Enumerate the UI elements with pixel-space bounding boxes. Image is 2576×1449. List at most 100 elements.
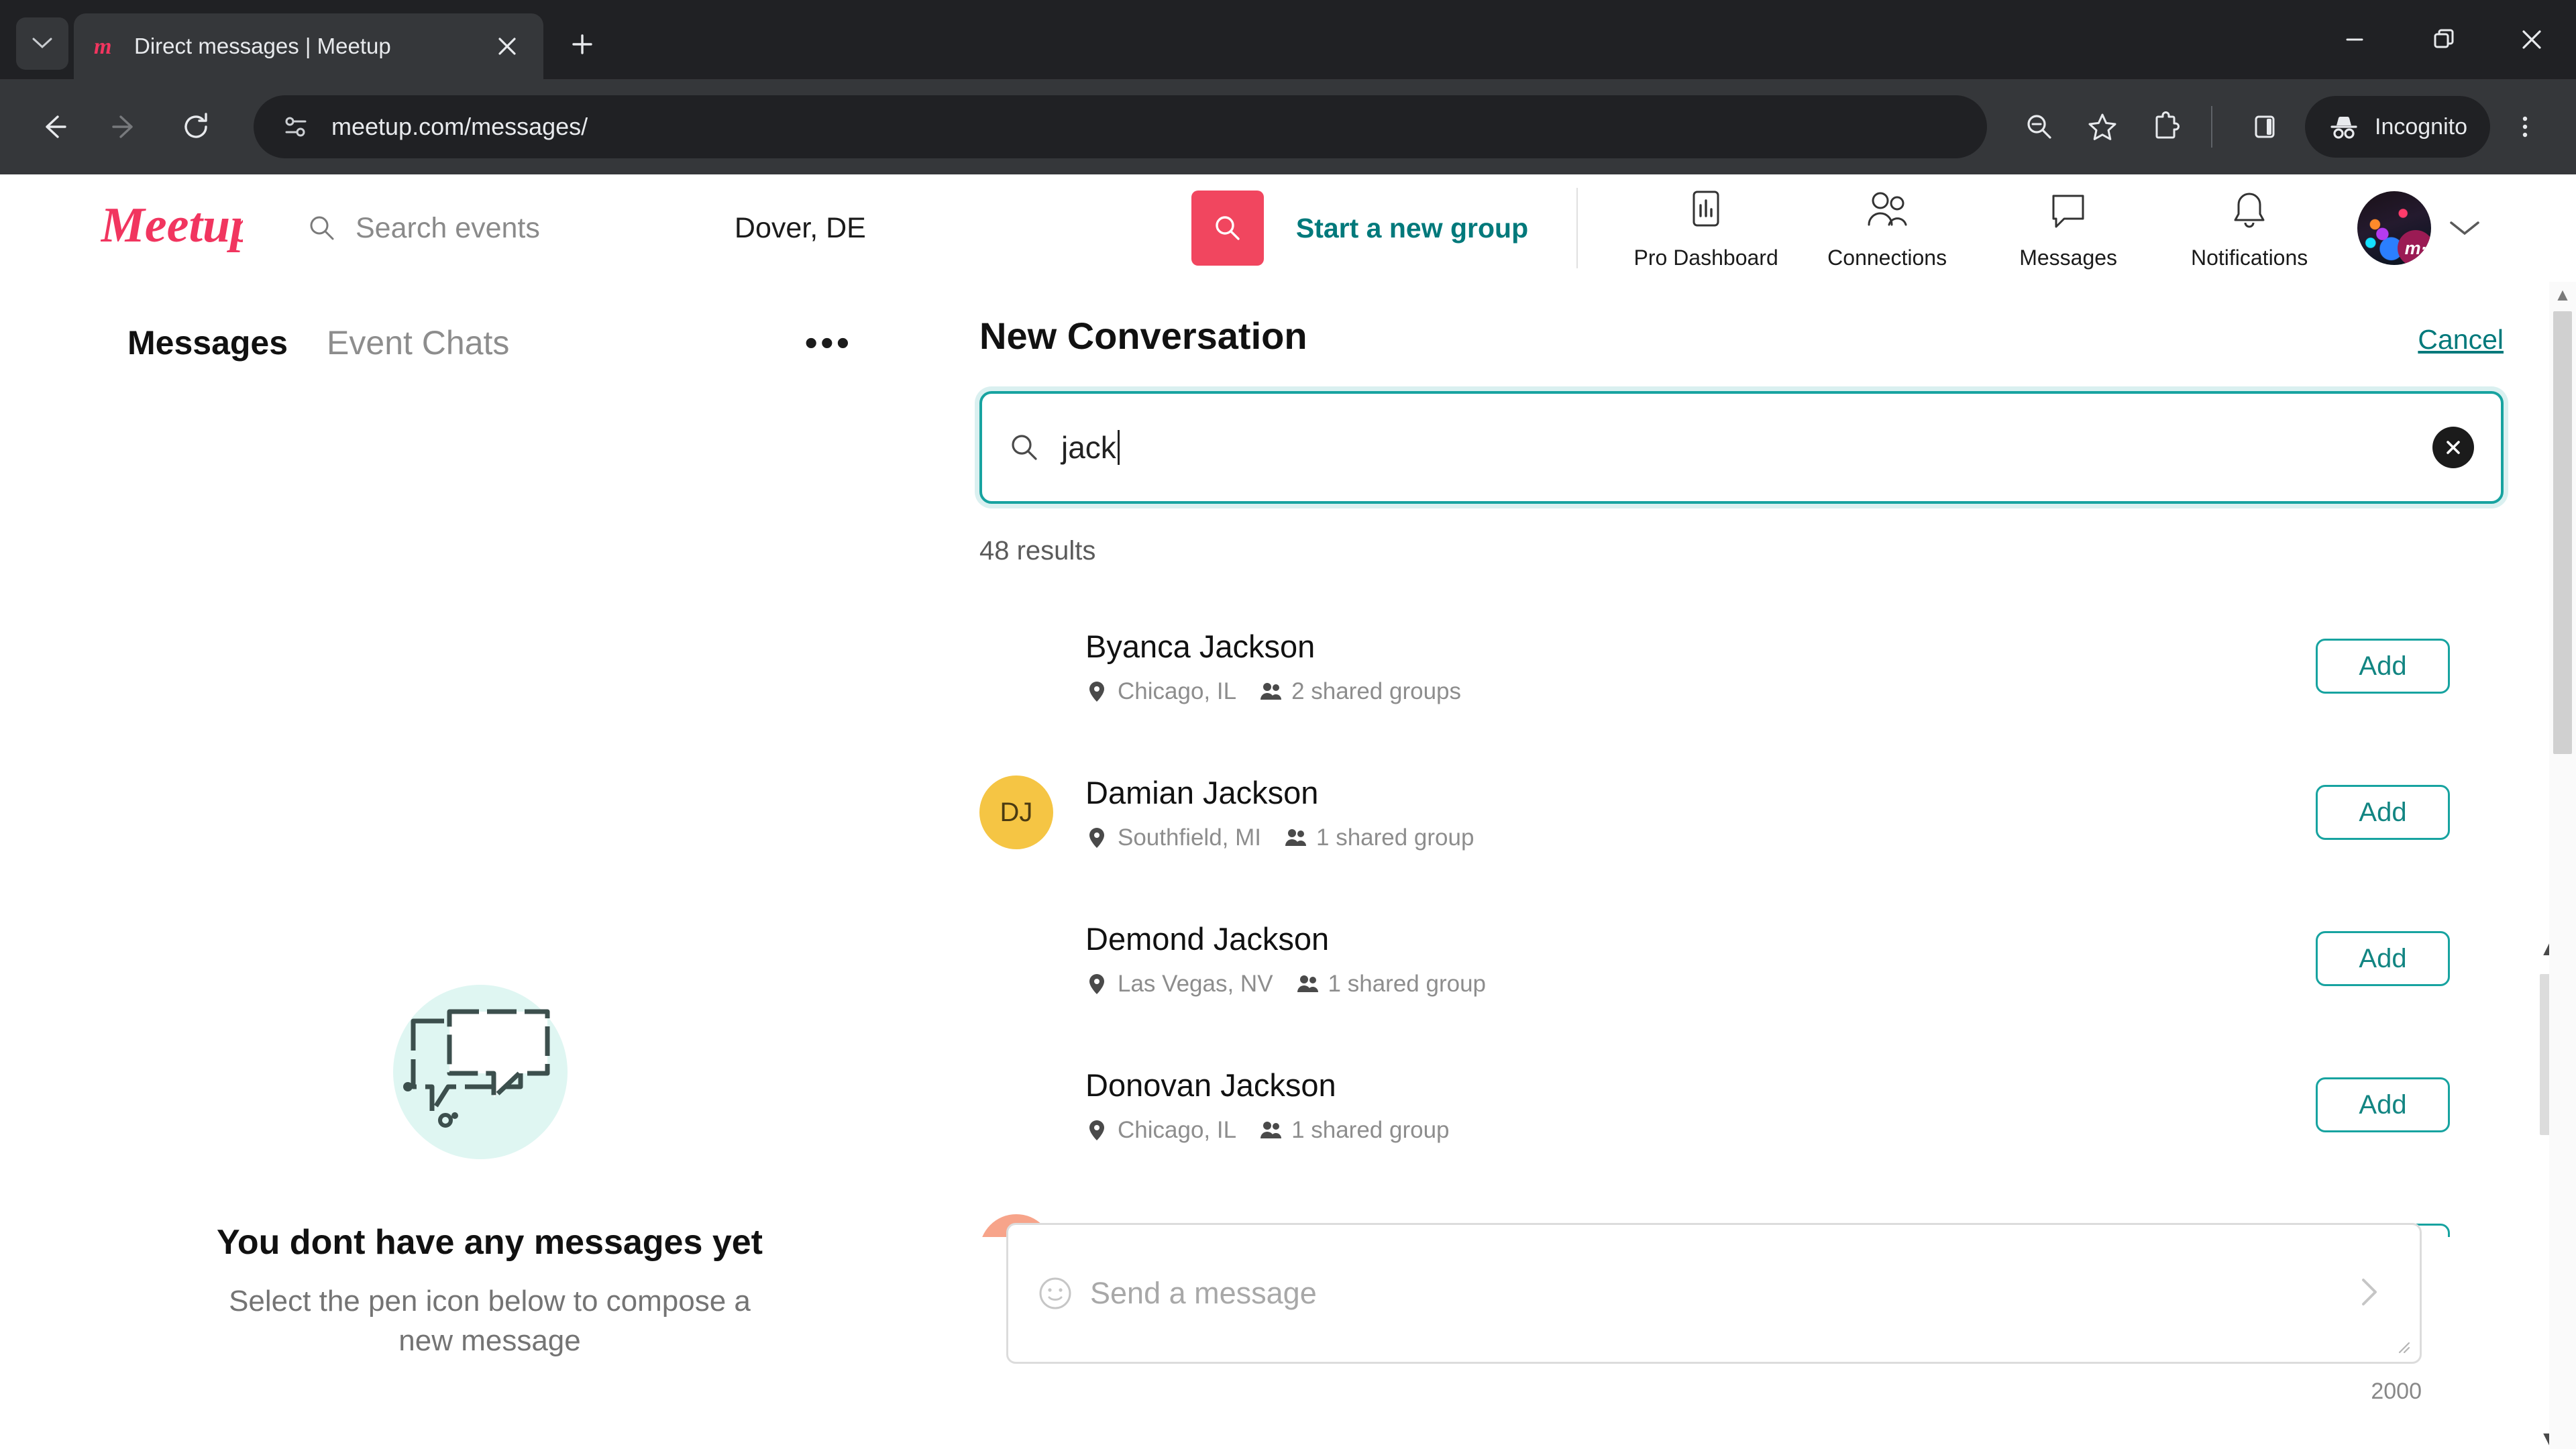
- member-location: Chicago, IL: [1118, 1116, 1237, 1143]
- new-tab-button[interactable]: [558, 20, 606, 68]
- nav-item-connections[interactable]: Connections: [1796, 186, 1978, 270]
- incognito-indicator[interactable]: Incognito: [2305, 96, 2490, 158]
- address-bar[interactable]: meetup.com/messages/: [254, 95, 1987, 158]
- chrome-menu-icon[interactable]: [2497, 99, 2553, 155]
- meetup-logo[interactable]: Meetup: [100, 196, 255, 261]
- incognito-label: Incognito: [2375, 113, 2467, 140]
- shared-groups-icon: [1284, 826, 1307, 849]
- member-info: Damian Jackson Southfield, MI 1 shared g…: [1085, 774, 2316, 851]
- member-search-input[interactable]: jack: [979, 391, 2504, 504]
- member-meta: Southfield, MI 1 shared group: [1085, 824, 2316, 851]
- text-cursor: [1117, 430, 1120, 465]
- meetup-m-icon: m: [91, 32, 119, 60]
- member-shared-groups: 1 shared group: [1291, 1116, 1450, 1143]
- member-location: Las Vegas, NV: [1118, 970, 1273, 997]
- add-member-button[interactable]: Add: [2316, 931, 2450, 986]
- empty-state-title: You dont have any messages yet: [217, 1223, 763, 1262]
- maximize-restore-button[interactable]: [2399, 0, 2487, 79]
- table-row[interactable]: Demond Jackson Las Vegas, NV 1 shared gr…: [979, 885, 2504, 1032]
- close-window-button[interactable]: [2487, 0, 2576, 79]
- tab-search-chevron-icon[interactable]: [16, 17, 68, 70]
- member-name: Donovan Jackson: [1085, 1067, 1336, 1103]
- member-meta: Chicago, IL 2 shared groups: [1085, 678, 2316, 705]
- member-shared-groups: 2 shared groups: [1291, 678, 1462, 704]
- minimize-button[interactable]: [2310, 0, 2399, 79]
- side-panel-icon[interactable]: [2237, 99, 2293, 155]
- forward-button[interactable]: [94, 96, 156, 158]
- page-scrollbar[interactable]: ▲: [2549, 282, 2576, 1449]
- search-submit-button[interactable]: [1191, 191, 1264, 266]
- add-member-button[interactable]: Add: [2316, 785, 2450, 840]
- close-icon[interactable]: [488, 28, 526, 65]
- member-name: Damian Jackson: [1085, 774, 1319, 810]
- start-a-new-group-link[interactable]: Start a new group: [1296, 213, 1528, 244]
- chevron-down-icon: [2450, 221, 2479, 235]
- connections-icon: [1863, 186, 1911, 236]
- member-info: Byanca Jackson Chicago, IL 2 shared grou…: [1085, 628, 2316, 705]
- location-pin-icon: [1085, 1119, 1108, 1142]
- add-member-button[interactable]: Add: [2316, 1077, 2450, 1132]
- browser-tab[interactable]: m Direct messages | Meetup: [74, 13, 543, 79]
- header-divider: [1576, 188, 1578, 268]
- back-button[interactable]: [23, 96, 85, 158]
- svg-text:Meetup: Meetup: [101, 198, 243, 253]
- shared-groups-icon: [1296, 973, 1319, 996]
- conversations-panel: Messages Event Chats ••• You dont have a…: [0, 282, 979, 1449]
- tab-event-chats[interactable]: Event Chats: [327, 323, 509, 362]
- event-search-input[interactable]: Search events: [307, 212, 540, 245]
- avatar[interactable]: m·: [2357, 191, 2432, 265]
- page-viewport: Meetup Search events Dover, DE Start a n…: [0, 174, 2576, 1449]
- nav-label: Pro Dashboard: [1633, 245, 1778, 270]
- avatar: [979, 629, 1053, 703]
- location-pin-icon: [1085, 680, 1108, 703]
- nav-item-notifications[interactable]: Notifications: [2159, 186, 2340, 270]
- shared-groups-icon: [1259, 680, 1282, 703]
- table-row[interactable]: Donovan Jackson Chicago, IL 1 shared gro…: [979, 1032, 2504, 1178]
- meetup-pro-badge: m·: [2398, 230, 2432, 265]
- address-bar-url: meetup.com/messages/: [331, 113, 588, 140]
- member-shared-groups: 1 shared group: [1328, 970, 1486, 997]
- event-search-placeholder: Search events: [356, 211, 540, 244]
- extensions-puzzle-icon[interactable]: [2137, 99, 2194, 155]
- location-input[interactable]: Dover, DE: [735, 212, 866, 245]
- page-scroll-up-arrow-icon[interactable]: ▲: [2549, 282, 2576, 303]
- zoom-out-icon[interactable]: [2011, 99, 2068, 155]
- member-shared-groups: 1 shared group: [1316, 824, 1474, 851]
- member-location: Chicago, IL: [1118, 678, 1237, 704]
- search-icon: [1012, 435, 1037, 460]
- message-input[interactable]: Send a message: [1006, 1223, 2422, 1364]
- conversations-overflow-menu[interactable]: •••: [804, 324, 852, 361]
- site-settings-icon[interactable]: [278, 109, 314, 145]
- nav-item-messages[interactable]: Messages: [1978, 186, 2159, 270]
- page-scrollbar-thumb[interactable]: [2553, 311, 2572, 754]
- resize-handle[interactable]: [2394, 1338, 2412, 1355]
- browser-toolbar: meetup.com/messages/ Incognito: [0, 79, 2576, 174]
- svg-text:m: m: [94, 34, 111, 59]
- add-member-button[interactable]: Add: [2316, 639, 2450, 694]
- results-count: 48 results: [979, 536, 1096, 566]
- shared-groups-icon: [1259, 1119, 1282, 1142]
- nav-label: Connections: [1827, 245, 1947, 270]
- table-row[interactable]: DJ Damian Jackson Southfield, MI 1 share…: [979, 739, 2504, 885]
- avatar: DJ: [979, 775, 1053, 849]
- meetup-header: Meetup Search events Dover, DE Start a n…: [0, 174, 2576, 282]
- user-menu[interactable]: m·: [2357, 191, 2482, 265]
- reload-button[interactable]: [165, 96, 227, 158]
- tab-messages[interactable]: Messages: [127, 323, 288, 362]
- member-info: Demond Jackson Las Vegas, NV 1 shared gr…: [1085, 920, 2316, 998]
- send-message-button[interactable]: [2350, 1273, 2390, 1313]
- location-pin-icon: [1085, 973, 1108, 996]
- nav-item-pro-dashboard[interactable]: Pro Dashboard: [1615, 186, 1796, 270]
- bookmark-star-icon[interactable]: [2074, 99, 2131, 155]
- empty-state: You dont have any messages yet Select th…: [0, 973, 979, 1361]
- message-placeholder: Send a message: [1090, 1276, 1317, 1310]
- member-meta: Las Vegas, NV 1 shared group: [1085, 971, 2316, 998]
- window-controls: [2310, 0, 2576, 79]
- table-row[interactable]: Byanca Jackson Chicago, IL 2 shared grou…: [979, 593, 2504, 739]
- character-counter: 2000: [2371, 1379, 2422, 1404]
- cancel-button[interactable]: Cancel: [2418, 324, 2504, 356]
- location-pin-icon: [1085, 826, 1108, 849]
- emoji-icon[interactable]: [1038, 1276, 1073, 1311]
- clear-search-icon[interactable]: [2432, 427, 2474, 468]
- search-icon: [1216, 216, 1240, 240]
